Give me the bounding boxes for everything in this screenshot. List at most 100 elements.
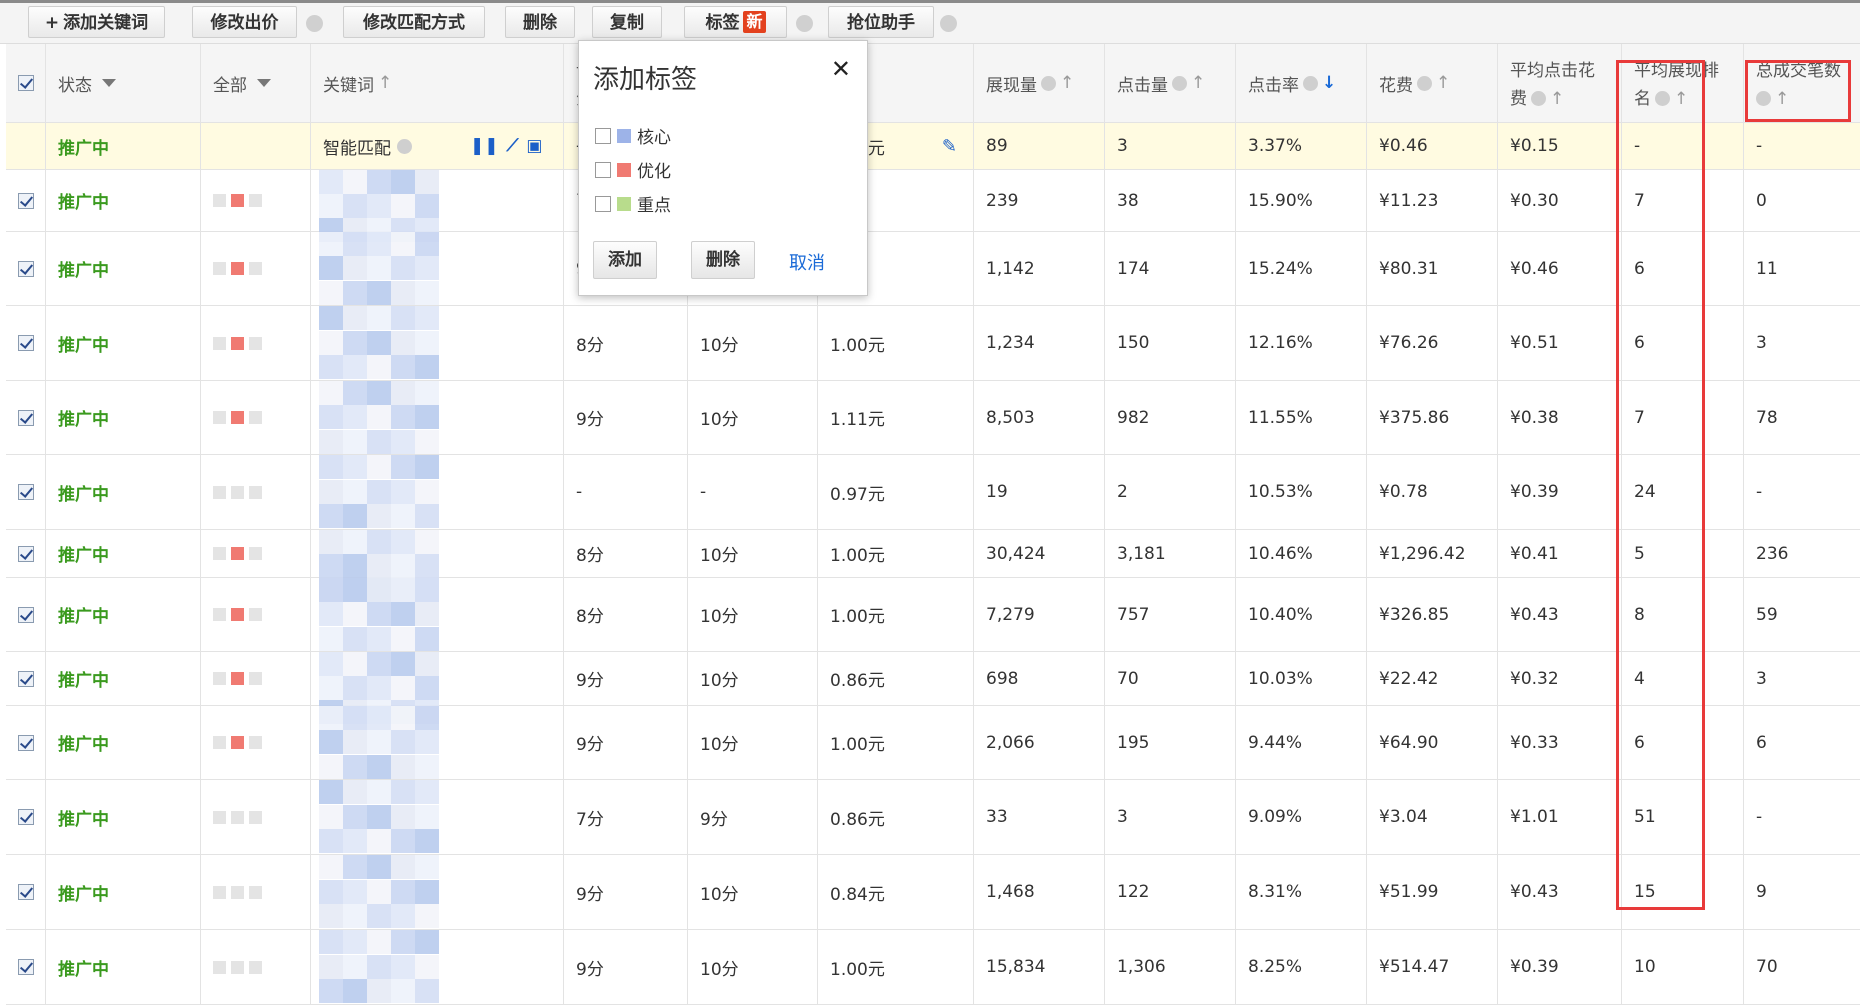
table-cell[interactable]: 0.84元 xyxy=(818,855,974,930)
tag-option-optimize[interactable]: 优化 xyxy=(595,157,671,182)
table-cell[interactable] xyxy=(6,930,46,1005)
tag-indicators[interactable] xyxy=(213,960,262,974)
copy-button[interactable]: 复制 xyxy=(592,6,662,38)
header-cost[interactable]: 花费 ↑ xyxy=(1367,44,1498,123)
blur-pixel xyxy=(367,626,391,651)
tag-indicators[interactable] xyxy=(213,810,262,824)
table-cell[interactable]: 1.00元 xyxy=(818,930,974,1005)
delete-button[interactable]: 删除 xyxy=(505,6,575,38)
header-ctr[interactable]: 点击率 ↓ xyxy=(1236,44,1367,123)
help-icon[interactable] xyxy=(1303,75,1318,91)
table-cell[interactable]: 1.00元 xyxy=(818,530,974,578)
table-cell[interactable] xyxy=(6,306,46,381)
report-icon[interactable]: ▣ xyxy=(526,136,542,156)
table-cell[interactable] xyxy=(6,706,46,780)
tag-indicators[interactable] xyxy=(213,672,262,685)
table-cell[interactable] xyxy=(6,652,46,706)
edit-pencil-icon[interactable]: ✎ xyxy=(942,136,957,157)
help-icon[interactable] xyxy=(1417,75,1432,91)
add-keyword-button[interactable]: + 添加关键词 xyxy=(28,6,165,38)
popup-delete-button[interactable]: 删除 xyxy=(691,241,755,279)
chart-icon[interactable]: ⟋ xyxy=(507,136,519,156)
sort-up-icon[interactable]: ↑ xyxy=(1060,73,1074,93)
row-checkbox[interactable] xyxy=(18,409,34,426)
tag-option-key[interactable]: 重点 xyxy=(595,191,671,216)
table-cell[interactable]: 0.97元 xyxy=(818,455,974,530)
table-cell[interactable]: 0.86元 xyxy=(818,780,974,855)
sort-down-icon[interactable]: ↓ xyxy=(1322,73,1336,93)
tag-indicators[interactable] xyxy=(213,547,262,560)
row-checkbox[interactable] xyxy=(18,670,34,687)
tag-indicators[interactable] xyxy=(213,736,262,749)
tag-indicators[interactable] xyxy=(213,336,262,350)
header-keyword[interactable]: 关键词 ↑ xyxy=(311,44,564,123)
tag-indicators[interactable] xyxy=(213,608,262,621)
help-icon[interactable] xyxy=(796,15,813,32)
table-cell: 122 xyxy=(1105,855,1236,930)
table-cell[interactable]: 0.86元 xyxy=(818,652,974,706)
header-clicks[interactable]: 点击量 ↑ xyxy=(1105,44,1236,123)
tag-option-core[interactable]: 核心 xyxy=(595,123,671,148)
header-impressions[interactable]: 展现量 ↑ xyxy=(974,44,1105,123)
row-checkbox[interactable] xyxy=(18,734,34,751)
table-cell[interactable]: 1.11元 xyxy=(818,381,974,455)
table-cell[interactable] xyxy=(6,455,46,530)
edit-bid-button[interactable]: 修改出价 xyxy=(192,6,297,38)
table-cell[interactable]: 1.00元 xyxy=(818,578,974,652)
table-cell[interactable] xyxy=(6,381,46,455)
tag-checkbox[interactable] xyxy=(595,195,611,212)
row-checkbox[interactable] xyxy=(18,545,34,562)
tag-indicators[interactable] xyxy=(213,885,262,899)
header-all[interactable]: 全部 xyxy=(201,44,311,123)
help-icon[interactable] xyxy=(306,15,323,32)
tags-button[interactable]: 标签新 xyxy=(684,6,787,38)
grab-position-button[interactable]: 抢位助手 xyxy=(828,6,934,38)
help-icon[interactable] xyxy=(1531,91,1546,106)
edit-match-button[interactable]: 修改匹配方式 xyxy=(343,6,485,38)
table-cell[interactable] xyxy=(6,530,46,578)
popup-cancel-link[interactable]: 取消 xyxy=(789,249,825,275)
header-select-all[interactable] xyxy=(6,44,46,123)
tag-indicators[interactable] xyxy=(213,411,262,424)
sort-up-icon[interactable]: ↑ xyxy=(378,73,392,93)
help-icon[interactable] xyxy=(397,138,412,154)
table-cell[interactable]: 1.00元 xyxy=(818,306,974,381)
sort-up-icon[interactable]: ↑ xyxy=(1550,89,1564,109)
dropdown-icon[interactable] xyxy=(102,79,116,87)
table-cell[interactable] xyxy=(6,170,46,232)
select-all-checkbox[interactable] xyxy=(18,75,34,91)
bid-value: 1.00元 xyxy=(830,735,885,755)
close-icon[interactable]: ✕ xyxy=(831,55,851,83)
tag-checkbox[interactable] xyxy=(595,161,611,178)
tag-indicators[interactable] xyxy=(213,262,262,275)
table-cell[interactable]: 1.00元 xyxy=(818,706,974,780)
orders-value: 3 xyxy=(1756,668,1767,689)
row-checkbox[interactable] xyxy=(18,192,34,209)
row-checkbox[interactable] xyxy=(18,260,34,277)
header-status[interactable]: 状态 xyxy=(46,44,201,123)
table-cell[interactable] xyxy=(6,578,46,652)
sort-up-icon[interactable]: ↑ xyxy=(1191,73,1205,93)
tag-indicators[interactable] xyxy=(213,485,262,499)
table-cell[interactable] xyxy=(6,232,46,306)
table-cell[interactable] xyxy=(6,780,46,855)
row-checkbox[interactable] xyxy=(18,884,34,900)
table-cell[interactable] xyxy=(6,855,46,930)
dropdown-icon[interactable] xyxy=(257,79,271,87)
row-checkbox[interactable] xyxy=(18,809,34,825)
row-checkbox[interactable] xyxy=(18,484,34,500)
quality-score: 9分 xyxy=(576,884,604,905)
row-checkbox[interactable] xyxy=(18,959,34,975)
row-checkbox[interactable] xyxy=(18,606,34,623)
tag-checkbox[interactable] xyxy=(595,127,611,144)
smart-row-cell[interactable] xyxy=(6,123,46,170)
help-icon[interactable] xyxy=(1041,75,1056,91)
pause-icon[interactable]: ❚❚ xyxy=(470,136,499,156)
popup-add-button[interactable]: 添加 xyxy=(593,241,657,279)
sort-up-icon[interactable]: ↑ xyxy=(1436,73,1450,93)
tag-indicators[interactable] xyxy=(213,194,262,207)
help-icon[interactable] xyxy=(940,15,957,32)
header-avg-cpc[interactable]: 平均点击花费 ↑ xyxy=(1498,44,1622,123)
help-icon[interactable] xyxy=(1172,75,1187,91)
row-checkbox[interactable] xyxy=(18,335,34,351)
